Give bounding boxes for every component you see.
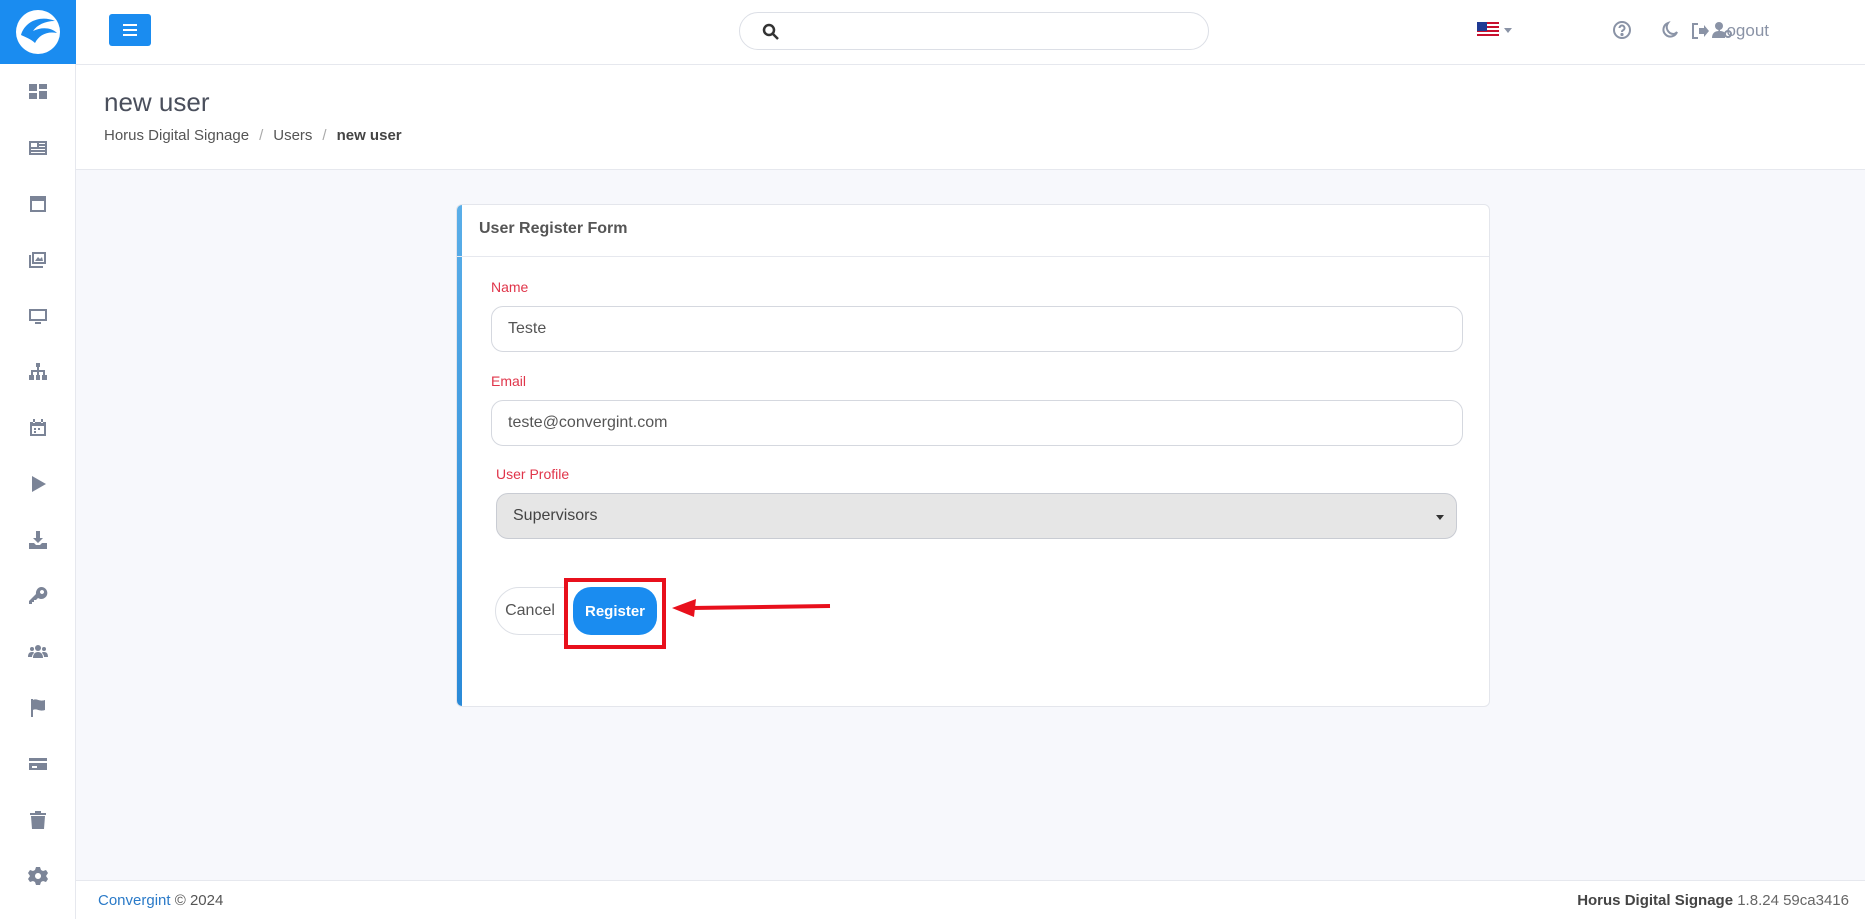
sidebar-item-dashboard[interactable] [0,72,76,112]
sidebar-item-licenses[interactable] [0,576,76,616]
user-profile-selected-value: Supervisors [513,507,598,524]
play-icon [32,476,46,492]
dashboard-icon [29,84,47,99]
footer-app-name: Horus Digital Signage [1577,892,1734,909]
sidebar-item-players[interactable] [0,296,76,336]
footer-copyright-year: © 2024 [174,892,224,909]
dark-mode-moon-icon[interactable] [1660,20,1680,40]
sidebar-item-payments[interactable] [0,744,76,784]
name-label: Name [491,279,529,295]
search-icon [762,23,779,40]
breadcrumb-separator: / [259,127,264,144]
calendar-icon [30,419,46,436]
sidebar-item-downloads[interactable] [0,520,76,560]
images-icon [29,252,46,268]
chevron-down-icon [1436,515,1444,520]
sitemap-icon [29,363,47,380]
sidebar-item-schedule[interactable] [0,408,76,448]
breadcrumb-item-current: new user [336,127,402,144]
footer-version-number: 1.8.24 59ca3416 [1737,892,1849,909]
breadcrumb-item-home[interactable]: Horus Digital Signage [104,127,249,144]
email-label: Email [491,373,527,389]
annotation-highlight-box [564,578,666,649]
newspaper-icon [29,141,47,155]
breadcrumb: Horus Digital Signage / Users / new user [104,127,402,144]
window-icon [30,196,46,212]
logout-icon [1692,23,1709,39]
cancel-button[interactable]: Cancel [495,587,565,635]
sidebar-item-users[interactable] [0,632,76,672]
sidebar-item-media[interactable] [0,240,76,280]
sidebar-item-content[interactable] [0,128,76,168]
sidebar-item-campaigns[interactable] [0,688,76,728]
footer-brand-link[interactable]: Convergint [98,892,171,909]
card-header: User Register Form [457,205,1489,257]
footer: Convergint © 2024 Horus Digital Signage … [76,880,1865,919]
search-input[interactable] [792,19,1192,43]
language-dropdown-caret-icon[interactable] [1504,28,1512,33]
download-icon [29,531,47,549]
flag-icon [31,699,45,717]
menu-toggle-button[interactable] [109,14,151,46]
card-title: User Register Form [479,220,628,237]
gear-icon [28,867,48,885]
hamburger-icon [123,24,137,36]
sidebar-item-layouts[interactable] [0,184,76,224]
page-header: new user Horus Digital Signage / Users /… [76,65,1865,170]
email-input[interactable] [491,400,1463,446]
eagle-logo-icon [16,10,60,54]
eagle-logo[interactable] [0,0,76,64]
breadcrumb-item-users[interactable]: Users [273,127,312,144]
topbar [76,0,1865,65]
logout-button[interactable]: Logout [1691,20,1769,42]
annotation-arrow-icon [672,599,831,617]
sidebar [0,0,76,919]
key-icon [29,586,48,604]
sidebar-item-playlists[interactable] [0,464,76,504]
user-profile-label: User Profile [496,466,570,482]
monitor-icon [29,309,47,324]
card-accent-bar [457,205,462,706]
breadcrumb-separator: / [322,127,327,144]
footer-copyright: Convergint © 2024 [98,892,223,909]
help-icon[interactable] [1612,20,1632,40]
trash-icon [30,811,46,829]
sidebar-item-groups[interactable] [0,352,76,392]
logout-label: Logout [1717,21,1769,40]
users-icon [28,645,48,658]
footer-version: Horus Digital Signage 1.8.24 59ca3416 [1577,892,1849,909]
sidebar-item-trash[interactable] [0,800,76,840]
us-flag-icon[interactable] [1477,22,1499,38]
credit-card-icon [29,758,47,770]
name-input[interactable] [491,306,1463,352]
search-bar[interactable] [739,12,1209,50]
page-title: new user [104,87,210,117]
user-profile-select[interactable]: Supervisors [496,493,1457,539]
sidebar-item-settings[interactable] [0,856,76,896]
